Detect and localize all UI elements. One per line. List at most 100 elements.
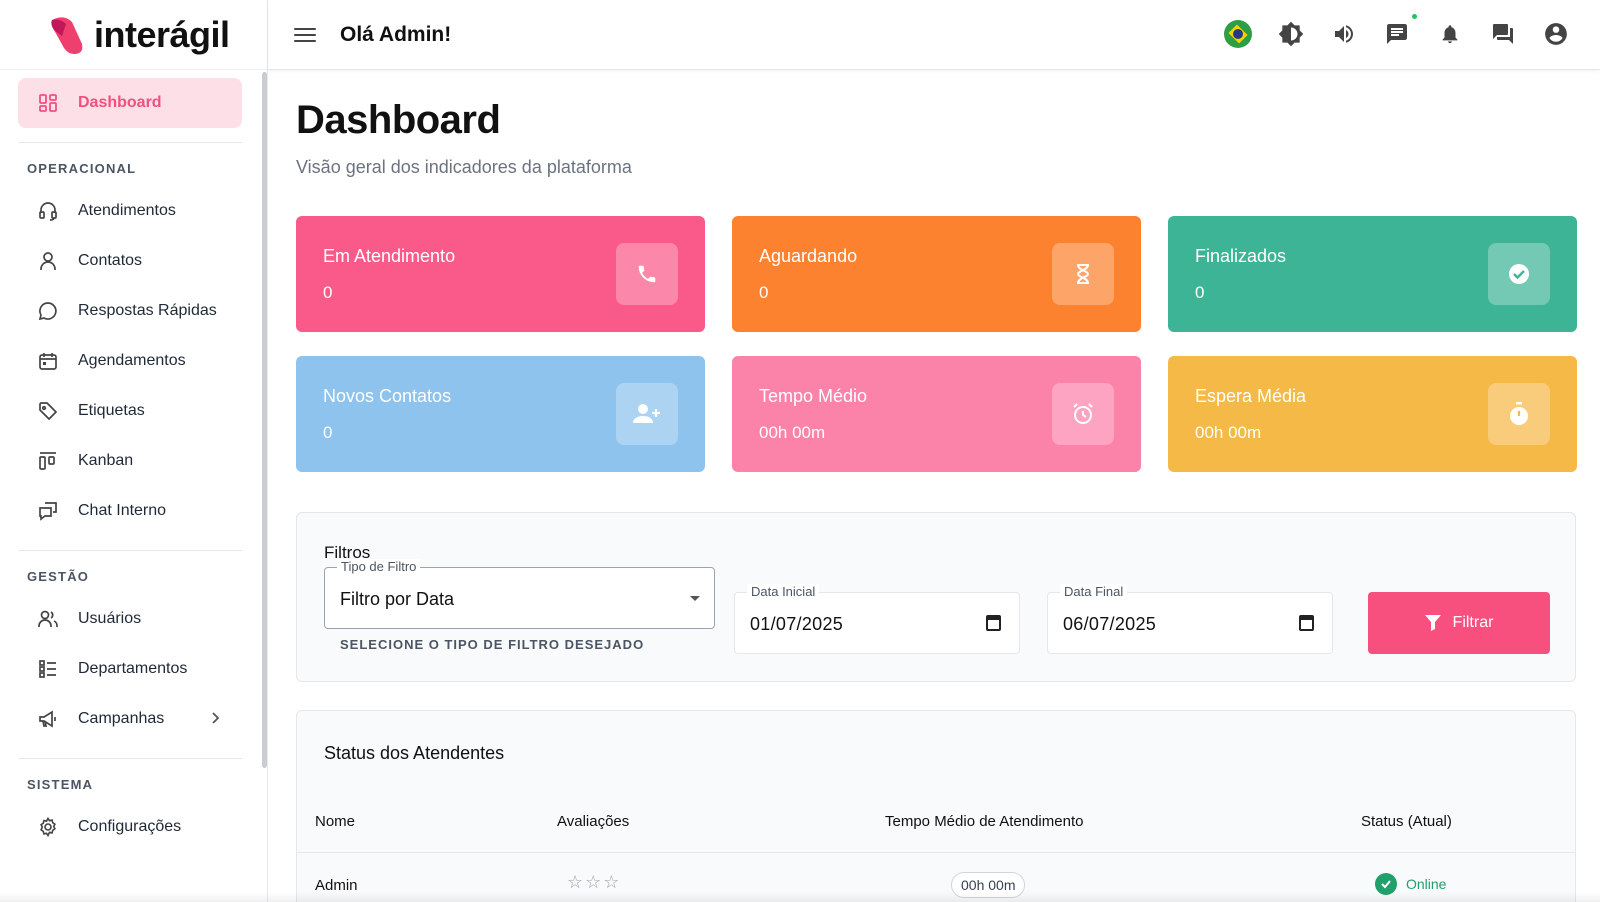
bell-icon[interactable] — [1436, 18, 1464, 50]
greeting: Olá Admin! — [340, 22, 452, 46]
headset-icon — [38, 201, 58, 221]
status-title: Status dos Atendentes — [324, 743, 505, 763]
alarm-icon — [1052, 383, 1114, 445]
sidebar-item-dashboard[interactable]: Dashboard — [18, 78, 242, 128]
sidebar-item-label: Kanban — [78, 452, 134, 469]
card-finalizados[interactable]: Finalizados 0 — [1168, 216, 1577, 332]
divider — [18, 550, 242, 551]
sidebar-item-etiquetas[interactable]: Etiquetas — [18, 386, 242, 436]
start-date-label: Data Inicial — [747, 584, 820, 599]
filter-type-value: Filtro por Data — [340, 589, 455, 609]
logo-text: interágil — [94, 13, 230, 55]
column-header-tempo-medio[interactable]: Tempo Médio de Atendimento — [885, 813, 1083, 830]
sidebar-nav: Dashboard OPERACIONAL Atendimentos Conta… — [18, 78, 242, 852]
sidebar-item-label: Usuários — [78, 610, 142, 627]
sidebar-item-agendamentos[interactable]: Agendamentos — [18, 336, 242, 386]
account-icon[interactable] — [1542, 18, 1570, 50]
brazil-flag-icon[interactable] — [1224, 18, 1252, 50]
logo-mark-icon — [46, 14, 88, 56]
top-icons — [1224, 14, 1570, 50]
users-icon — [38, 609, 58, 629]
menu-toggle-icon[interactable] — [294, 27, 316, 42]
start-date-input[interactable]: Data Inicial 01/07/2025 — [734, 584, 1020, 654]
sidebar-item-label: Etiquetas — [78, 402, 145, 419]
sidebar-item-label: Respostas Rápidas — [78, 302, 217, 319]
filters-panel: Filtros Tipo de Filtro Filtro por Data S… — [296, 512, 1576, 682]
card-espera-media[interactable]: Espera Média 00h 00m — [1168, 356, 1577, 472]
page-title: Dashboard — [296, 98, 501, 142]
end-date-value: 06/07/2025 — [1063, 614, 1157, 634]
section-heading-operacional: OPERACIONAL — [27, 161, 137, 176]
megaphone-icon — [38, 709, 58, 729]
calendar-icon — [38, 351, 58, 371]
phone-icon — [616, 243, 678, 305]
gear-icon — [38, 817, 58, 837]
filter-type-label: Tipo de Filtro — [337, 559, 421, 574]
add-user-icon — [616, 383, 678, 445]
brightness-icon[interactable] — [1277, 18, 1305, 50]
kanban-icon — [38, 451, 58, 471]
page-subtitle: Visão geral dos indicadores da plataform… — [296, 157, 632, 177]
person-icon — [38, 251, 58, 271]
column-header-nome[interactable]: Nome — [315, 813, 355, 830]
filter-button-label: Filtrar — [1452, 614, 1494, 631]
sidebar-item-contatos[interactable]: Contatos — [18, 236, 242, 286]
sidebar-item-departamentos[interactable]: Departamentos — [18, 644, 242, 694]
filter-button[interactable]: Filtrar — [1368, 592, 1550, 654]
card-em-atendimento[interactable]: Em Atendimento 0 — [296, 216, 705, 332]
start-date-value: 01/07/2025 — [750, 614, 844, 634]
card-novos-contatos[interactable]: Novos Contatos 0 — [296, 356, 705, 472]
internal-chat-icon — [38, 501, 58, 521]
hourglass-icon — [1052, 243, 1114, 305]
section-heading-sistema: SISTEMA — [27, 777, 94, 792]
tag-icon — [38, 401, 58, 421]
divider — [18, 758, 242, 759]
sidebar-item-label: Configurações — [78, 818, 182, 835]
sidebar-item-chat-interno[interactable]: Chat Interno — [18, 486, 242, 536]
sidebar-item-respostas-rapidas[interactable]: Respostas Rápidas — [18, 286, 242, 336]
sidebar-item-usuarios[interactable]: Usuários — [18, 594, 242, 644]
sidebar-item-kanban[interactable]: Kanban — [18, 436, 242, 486]
timer-icon — [1488, 383, 1550, 445]
sidebar: interágil Dashboard OPERACIONAL Atendime… — [0, 0, 268, 902]
column-header-status[interactable]: Status (Atual) — [1361, 813, 1452, 830]
column-header-avaliacoes[interactable]: Avaliações — [557, 813, 629, 830]
sidebar-item-label: Agendamentos — [78, 352, 186, 369]
calendar-icon[interactable] — [1299, 615, 1314, 631]
sidebar-item-label: Departamentos — [78, 660, 188, 677]
sidebar-item-atendimentos[interactable]: Atendimentos — [18, 186, 242, 236]
calendar-icon[interactable] — [986, 615, 1001, 631]
sidebar-item-label: Chat Interno — [78, 502, 167, 519]
logo[interactable]: interágil — [0, 0, 267, 70]
table-header: Nome Avaliações Tempo Médio de Atendimen… — [297, 789, 1575, 853]
top-bar: Olá Admin! — [268, 0, 1600, 70]
card-tempo-medio[interactable]: Tempo Médio 00h 00m — [732, 356, 1141, 472]
sidebar-item-label: Campanhas — [78, 710, 165, 727]
volume-icon[interactable] — [1330, 18, 1358, 50]
check-circle-icon — [1488, 243, 1550, 305]
section-heading-gestao: GESTÃO — [27, 569, 90, 584]
dropdown-arrow-icon — [690, 596, 700, 601]
sidebar-item-label: Atendimentos — [78, 202, 176, 219]
forum-icon[interactable] — [1489, 18, 1517, 50]
sidebar-item-label: Dashboard — [78, 94, 162, 111]
end-date-input[interactable]: Data Final 06/07/2025 — [1047, 584, 1333, 654]
end-date-label: Data Final — [1060, 584, 1128, 599]
chat-bubble-icon — [38, 301, 58, 321]
dashboard-icon — [38, 93, 58, 113]
message-icon[interactable] — [1383, 14, 1417, 50]
notification-dot — [1412, 14, 1417, 19]
attendants-status-panel: Status dos Atendentes Nome Avaliações Te… — [296, 710, 1576, 902]
filter-type-helper: SELECIONE O TIPO DE FILTRO DESEJADO — [340, 637, 645, 652]
sidebar-scrollbar[interactable] — [262, 72, 267, 768]
filter-icon — [1424, 615, 1441, 631]
main-content: Dashboard Visão geral dos indicadores da… — [296, 70, 1577, 902]
divider — [18, 142, 242, 143]
filter-type-select[interactable]: Tipo de Filtro Filtro por Data — [324, 559, 715, 629]
rating-stars[interactable]: ☆☆☆ — [567, 872, 621, 893]
sidebar-item-configuracoes[interactable]: Configurações — [18, 802, 242, 852]
sidebar-item-campanhas[interactable]: Campanhas — [18, 694, 242, 744]
chevron-right-icon — [210, 711, 220, 727]
sidebar-item-label: Contatos — [78, 252, 143, 269]
card-aguardando[interactable]: Aguardando 0 — [732, 216, 1141, 332]
